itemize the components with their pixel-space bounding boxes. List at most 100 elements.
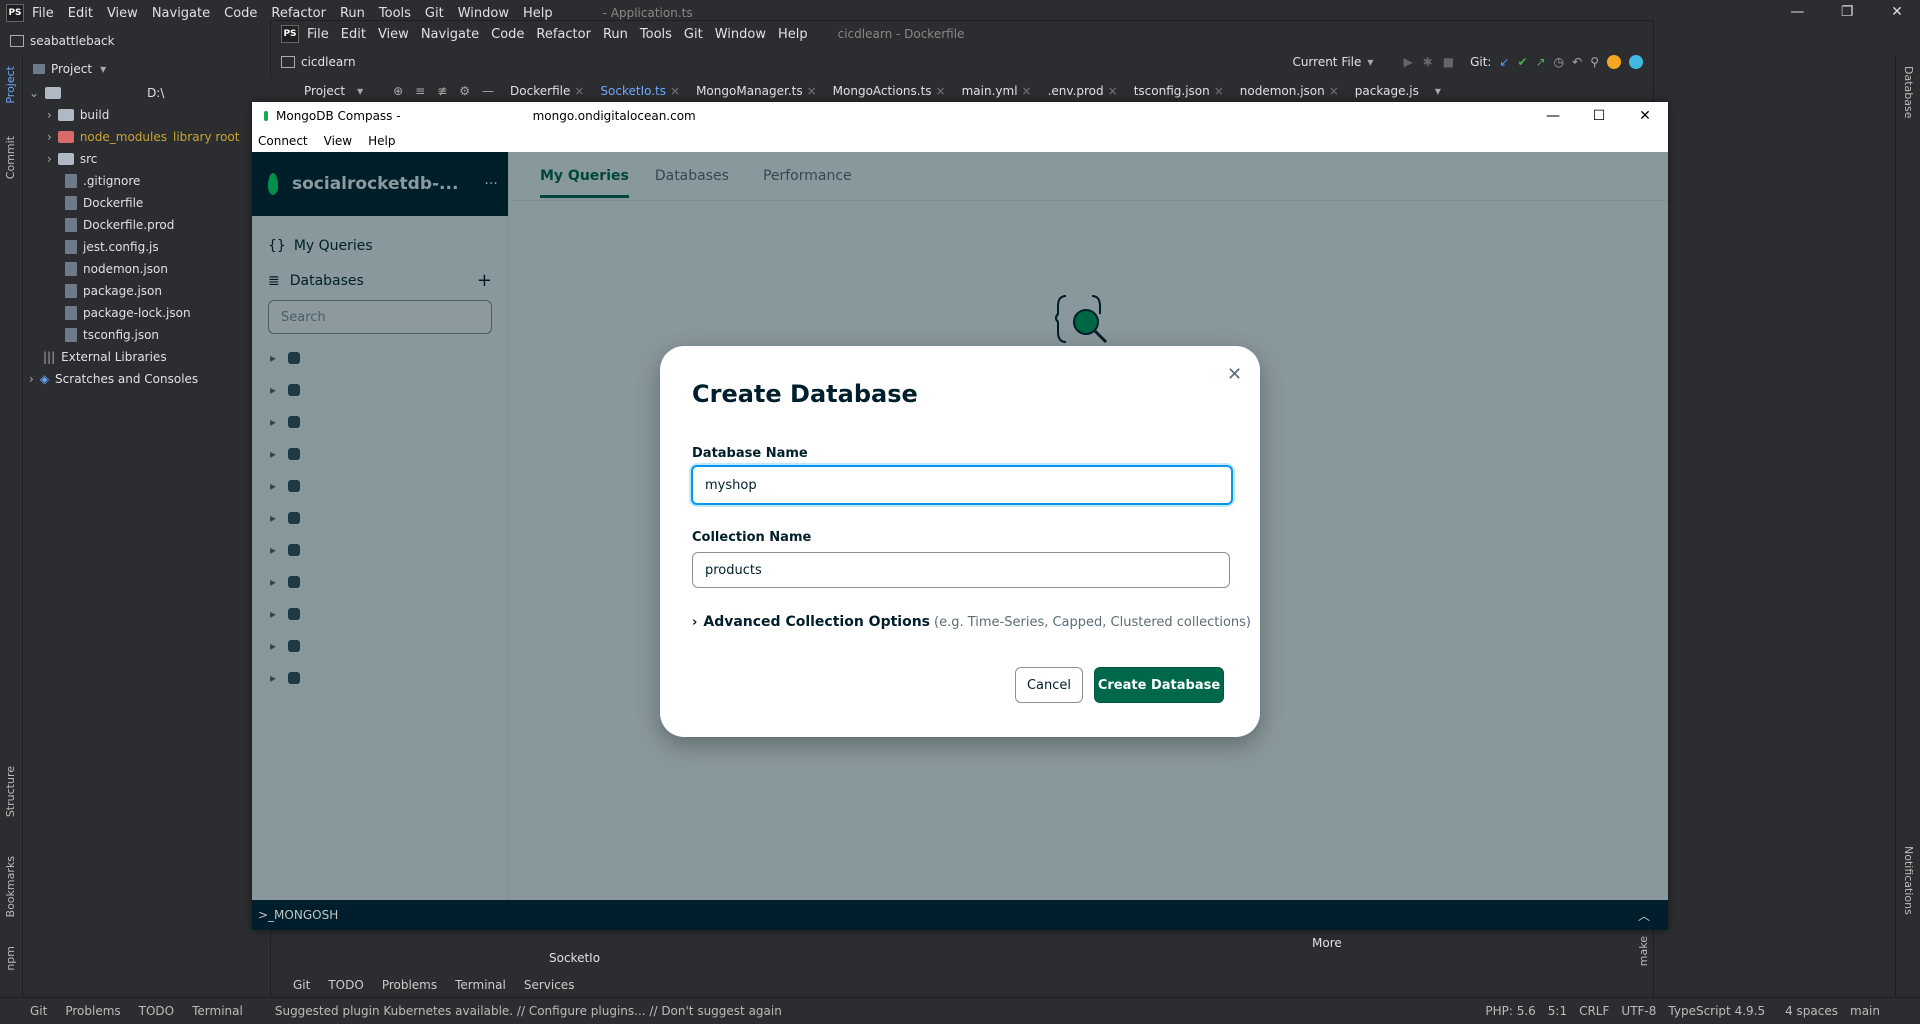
- status-encoding[interactable]: UTF-8: [1621, 1004, 1656, 1018]
- tree-item-jest-config[interactable]: jest.config.js: [23, 236, 269, 258]
- tool-tab-problems[interactable]: Problems: [382, 978, 437, 992]
- chevron-up-icon[interactable]: ︿: [1638, 907, 1650, 924]
- database-tool-tab[interactable]: Database: [1902, 66, 1915, 119]
- tab-nodemon[interactable]: nodemon.json ×: [1240, 84, 1339, 98]
- ide2-project-label[interactable]: Project: [304, 84, 345, 98]
- close-icon[interactable]: ×: [1214, 84, 1224, 98]
- tab-main-yml[interactable]: main.yml ×: [962, 84, 1032, 98]
- menu-view[interactable]: View: [107, 6, 138, 21]
- tree-item-dockerfile[interactable]: Dockerfile: [23, 192, 269, 214]
- tree-item-node-modules[interactable]: › node_modules library root: [23, 126, 269, 148]
- locate-icon[interactable]: ⊕: [393, 84, 403, 98]
- compass-menu-view[interactable]: View: [324, 134, 352, 148]
- chevron-down-icon[interactable]: ▾: [357, 84, 363, 98]
- ide2-menu-tools[interactable]: Tools: [640, 27, 672, 42]
- ide2-menu-git[interactable]: Git: [684, 27, 703, 42]
- chevron-right-icon[interactable]: ›: [47, 152, 52, 166]
- close-icon[interactable]: ×: [574, 84, 584, 98]
- tab-package-json[interactable]: package.js: [1355, 84, 1419, 98]
- close-icon[interactable]: ✕: [1874, 4, 1920, 20]
- compass-menu-help[interactable]: Help: [368, 134, 395, 148]
- chevron-down-icon[interactable]: ▾: [100, 62, 106, 76]
- tree-item-tsconfig[interactable]: tsconfig.json: [23, 324, 269, 346]
- close-icon[interactable]: ×: [1108, 84, 1118, 98]
- tree-item-nodemon[interactable]: nodemon.json: [23, 258, 269, 280]
- tree-item-dockerfile-prod[interactable]: Dockerfile.prod: [23, 214, 269, 236]
- chevron-down-icon[interactable]: ▾: [1367, 55, 1373, 69]
- ide2-menu-view[interactable]: View: [378, 27, 409, 42]
- npm-tool-tab[interactable]: npm: [4, 946, 17, 971]
- ide2-menu-edit[interactable]: Edit: [341, 27, 366, 42]
- restore-icon[interactable]: ❐: [1824, 4, 1870, 20]
- menu-run[interactable]: Run: [340, 6, 365, 21]
- tab-env-prod[interactable]: .env.prod ×: [1048, 84, 1118, 98]
- tab-socketio[interactable]: SocketIo.ts ×: [600, 84, 680, 98]
- advanced-options-toggle[interactable]: › Advanced Collection Options (e.g. Time…: [692, 614, 1251, 630]
- search-icon[interactable]: ⚲: [1590, 55, 1599, 69]
- tab-tsconfig[interactable]: tsconfig.json ×: [1134, 84, 1224, 98]
- menu-window[interactable]: Window: [458, 6, 509, 21]
- ide2-breadcrumb[interactable]: cicdlearn: [301, 55, 356, 69]
- rollback-icon[interactable]: ↶: [1572, 55, 1582, 69]
- chevron-right-icon[interactable]: ›: [47, 108, 52, 122]
- close-icon[interactable]: ✕: [1622, 108, 1668, 124]
- close-icon[interactable]: ×: [1022, 84, 1032, 98]
- ide2-menu-navigate[interactable]: Navigate: [421, 27, 479, 42]
- menu-git[interactable]: Git: [425, 6, 444, 21]
- chevron-right-icon[interactable]: ›: [692, 615, 697, 630]
- expand-all-icon[interactable]: ≡: [415, 84, 425, 98]
- commit-tool-tab[interactable]: Commit: [4, 136, 17, 179]
- database-name-input[interactable]: myshop: [691, 465, 1233, 505]
- tool-tab-services[interactable]: Services: [524, 978, 575, 992]
- git-update-icon[interactable]: ↙: [1499, 55, 1509, 69]
- debug-icon[interactable]: ✱: [1423, 55, 1433, 69]
- tree-item-scratches[interactable]: › ◈ Scratches and Consoles: [23, 368, 269, 390]
- more-button[interactable]: More: [1312, 936, 1342, 950]
- menu-code[interactable]: Code: [224, 6, 257, 21]
- tool-tab-terminal[interactable]: Terminal: [455, 978, 506, 992]
- ide2-menu-refactor[interactable]: Refactor: [536, 27, 591, 42]
- minimize-icon[interactable]: —: [1774, 4, 1820, 20]
- tool-tab-todo[interactable]: TODO: [328, 978, 363, 992]
- update-icon[interactable]: [1607, 55, 1621, 69]
- status-indent[interactable]: 4 spaces: [1785, 1004, 1838, 1018]
- hide-icon[interactable]: —: [482, 84, 494, 98]
- tree-item-external-libraries[interactable]: ||| External Libraries: [23, 346, 269, 368]
- status-branch[interactable]: main: [1850, 1004, 1880, 1018]
- chevron-right-icon[interactable]: ›: [47, 130, 52, 144]
- tree-item-package-lock[interactable]: package-lock.json: [23, 302, 269, 324]
- tree-item-package-json[interactable]: package.json: [23, 280, 269, 302]
- tab-mongoactions[interactable]: MongoActions.ts ×: [833, 84, 946, 98]
- chevron-down-icon[interactable]: ⌄: [29, 86, 39, 100]
- compass-menu-connect[interactable]: Connect: [258, 134, 308, 148]
- tool-tab-git[interactable]: Git: [293, 978, 310, 992]
- status-caret-position[interactable]: 5:1: [1548, 1004, 1567, 1018]
- chevron-right-icon[interactable]: ›: [29, 372, 34, 386]
- tab-dockerfile[interactable]: Dockerfile ×: [510, 84, 584, 98]
- ide2-menu-code[interactable]: Code: [491, 27, 524, 42]
- make-tool-tab[interactable]: make: [1637, 936, 1650, 966]
- status-problems[interactable]: Problems: [65, 1004, 120, 1018]
- git-commit-icon[interactable]: ✔: [1518, 55, 1528, 69]
- ide2-menu-window[interactable]: Window: [715, 27, 766, 42]
- minimize-icon[interactable]: —: [1530, 108, 1576, 124]
- collapse-all-icon[interactable]: ≢: [437, 84, 447, 98]
- tree-item-gitignore[interactable]: .gitignore: [23, 170, 269, 192]
- close-icon[interactable]: ×: [670, 84, 680, 98]
- status-todo[interactable]: TODO: [139, 1004, 174, 1018]
- menu-navigate[interactable]: Navigate: [152, 6, 210, 21]
- notifications-tool-tab[interactable]: Notifications: [1902, 846, 1915, 915]
- close-icon[interactable]: ×: [936, 84, 946, 98]
- status-typescript[interactable]: TypeScript 4.9.5: [1668, 1004, 1765, 1018]
- settings-icon[interactable]: ⚙: [459, 84, 470, 98]
- history-icon[interactable]: ◷: [1554, 55, 1564, 69]
- maximize-icon[interactable]: ☐: [1576, 108, 1622, 124]
- tab-mongomanager[interactable]: MongoManager.ts ×: [696, 84, 817, 98]
- ide2-menu-help[interactable]: Help: [778, 27, 808, 42]
- ide2-menu-file[interactable]: File: [307, 27, 329, 42]
- cancel-button[interactable]: Cancel: [1015, 667, 1083, 703]
- menu-help[interactable]: Help: [523, 6, 553, 21]
- create-database-button[interactable]: Create Database: [1094, 667, 1224, 703]
- chevron-down-icon[interactable]: ▾: [1435, 84, 1441, 98]
- close-icon[interactable]: ✕: [1227, 364, 1242, 385]
